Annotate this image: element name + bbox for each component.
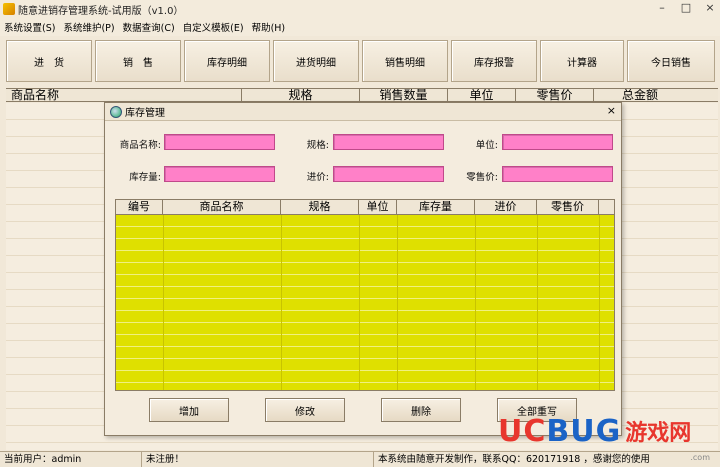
about-info-status: 本系统由随意开发制作，联系QQ：620171918 ，感谢您的使用	[378, 454, 650, 465]
retail-price-label: 零售价:	[466, 172, 498, 183]
grid-divider	[359, 215, 360, 390]
grid-col-product-name[interactable]: 商品名称	[163, 200, 281, 214]
title-bar: 随意进销存管理系统-试用版（v1.0） – □ ×	[0, 0, 720, 18]
unit-label: 单位:	[475, 140, 498, 151]
toolbar: 进 货 销 售 库存明细 进货明细 销售明细 库存报警 计算器 今日销售	[0, 40, 720, 82]
dialog-title-bar: 库存管理 ×	[105, 103, 621, 121]
product-name-label: 商品名称:	[119, 140, 161, 151]
calculator-button[interactable]: 计算器	[540, 40, 624, 82]
col-sales-qty[interactable]: 销售数量	[360, 89, 448, 101]
grid-col-unit[interactable]: 单位	[359, 200, 397, 214]
grid-col-retail-price[interactable]: 零售价	[537, 200, 599, 214]
unit-input[interactable]	[502, 134, 613, 150]
cost-price-label: 进价:	[306, 172, 329, 183]
watermark-url: .com	[690, 453, 710, 462]
today-sales-button[interactable]: 今日销售	[627, 40, 715, 82]
menu-system-settings[interactable]: 系统设置(S)	[0, 20, 59, 34]
window-controls: – □ ×	[656, 2, 716, 14]
stock-grid-body[interactable]	[116, 215, 614, 390]
dialog-title: 库存管理	[125, 108, 165, 119]
purchase-detail-button[interactable]: 进货明细	[273, 40, 359, 82]
retail-price-input[interactable]	[502, 166, 613, 182]
dialog-close-button[interactable]: ×	[607, 105, 616, 117]
col-spec[interactable]: 规格	[242, 89, 360, 101]
watermark-cn: 游戏网	[625, 421, 692, 446]
watermark-bug: BUG	[546, 413, 622, 449]
stock-alert-button[interactable]: 库存报警	[451, 40, 537, 82]
product-name-input[interactable]	[164, 134, 275, 150]
grid-divider	[163, 215, 164, 390]
spec-label: 规格:	[306, 140, 329, 151]
menu-bar: 系统设置(S) 系统维护(P) 数据查询(C) 自定义模板(E) 帮助(H)	[0, 18, 720, 36]
grid-col-stock-qty[interactable]: 库存量	[397, 200, 475, 214]
col-unit[interactable]: 单位	[448, 89, 516, 101]
current-user-status: 当前用户：admin	[0, 452, 142, 467]
stock-qty-label: 库存量:	[129, 172, 161, 183]
menu-data-query[interactable]: 数据查询(C)	[119, 20, 179, 34]
registration-status: 未注册！	[142, 452, 374, 467]
purchase-button[interactable]: 进 货	[6, 40, 92, 82]
stock-grid[interactable]: 编号 商品名称 规格 单位 库存量 进价 零售价	[115, 199, 615, 391]
grid-divider	[599, 215, 600, 390]
stock-qty-input[interactable]	[164, 166, 275, 182]
menu-system-maintenance[interactable]: 系统维护(P)	[59, 20, 118, 34]
stock-management-dialog: 库存管理 × 商品名称: 规格: 单位: 库存量: 进价: 零售价: 编号 商品…	[104, 102, 622, 436]
grid-col-cost-price[interactable]: 进价	[475, 200, 537, 214]
grid-col-spec[interactable]: 规格	[281, 200, 359, 214]
col-total-amount[interactable]: 总金额	[594, 89, 718, 101]
maximize-button[interactable]: □	[680, 2, 692, 14]
grid-divider	[281, 215, 282, 390]
watermark-uc: UC	[498, 413, 547, 449]
sales-detail-button[interactable]: 销售明细	[362, 40, 448, 82]
app-icon	[3, 3, 15, 15]
window-title: 随意进销存管理系统-试用版（v1.0）	[18, 5, 184, 17]
menu-help[interactable]: 帮助(H)	[248, 20, 290, 34]
close-button[interactable]: ×	[704, 2, 716, 14]
delete-button[interactable]: 删除	[381, 398, 461, 422]
watermark-logo: UCBUG	[498, 414, 621, 449]
grid-divider	[537, 215, 538, 390]
ucbug-watermark: UCBUG 游戏网 .com	[498, 408, 718, 463]
grid-divider	[475, 215, 476, 390]
stock-detail-button[interactable]: 库存明细	[184, 40, 270, 82]
sales-button[interactable]: 销 售	[95, 40, 181, 82]
spec-input[interactable]	[333, 134, 444, 150]
edit-button[interactable]: 修改	[265, 398, 345, 422]
stock-grid-header: 编号 商品名称 规格 单位 库存量 进价 零售价	[116, 200, 614, 215]
col-retail-price[interactable]: 零售价	[516, 89, 594, 101]
main-table-header: 商品名称 规格 销售数量 单位 零售价 总金额	[6, 88, 718, 102]
dialog-app-icon	[110, 105, 122, 118]
col-product-name[interactable]: 商品名称	[6, 89, 242, 101]
grid-divider	[397, 215, 398, 390]
menu-custom-template[interactable]: 自定义模板(E)	[179, 20, 248, 34]
add-button[interactable]: 增加	[149, 398, 229, 422]
minimize-button[interactable]: –	[656, 2, 668, 14]
grid-col-id[interactable]: 编号	[116, 200, 163, 214]
cost-price-input[interactable]	[333, 166, 444, 182]
